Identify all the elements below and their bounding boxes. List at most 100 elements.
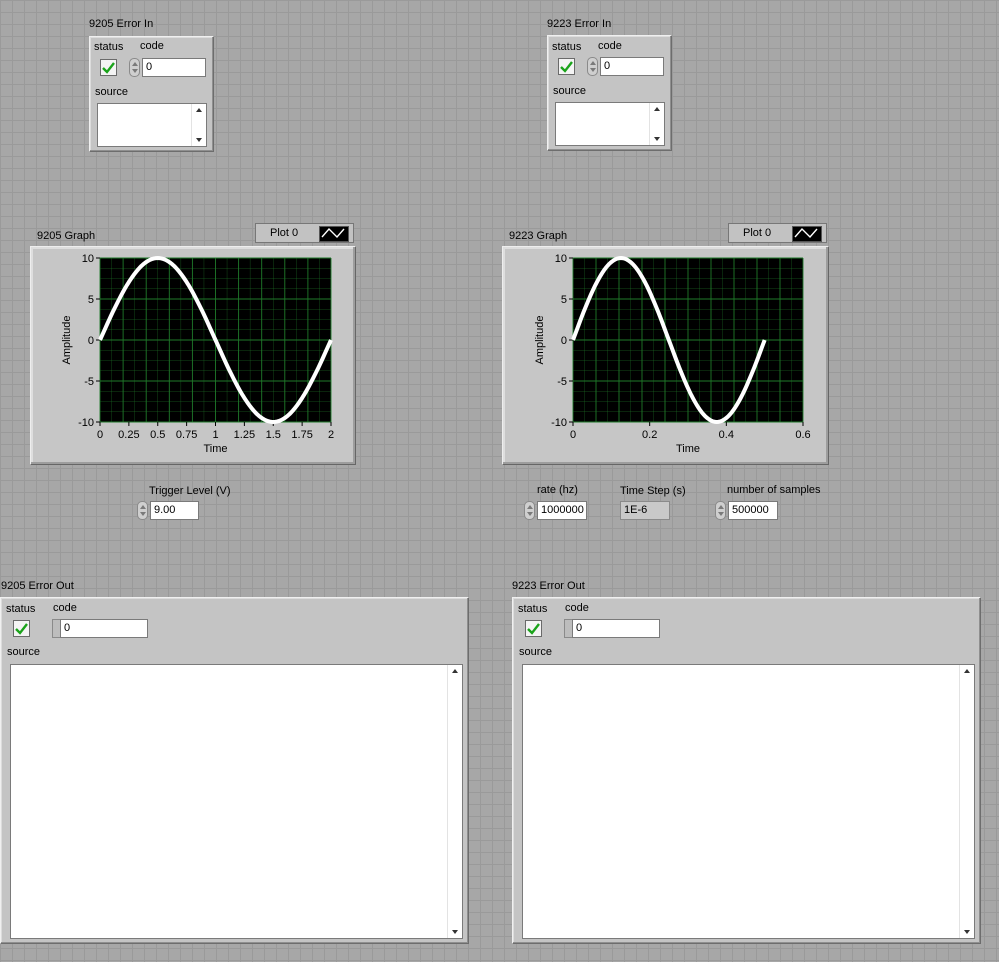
check-icon	[560, 60, 573, 73]
increment-decrement-spinner[interactable]	[715, 501, 726, 520]
x-tick-label: 1.5	[266, 429, 281, 441]
graph-9205-plot[interactable]: 1050-5-100 0.25 0.5 0.75 1 1.25 1.5 1.75 2TimeAm…	[31, 247, 355, 464]
graph-9205-title: 9205 Graph	[37, 230, 96, 242]
code-control[interactable]: 0	[564, 619, 660, 638]
error-in-9205-cluster: status code 0 source	[89, 36, 214, 152]
x-tick-label: 2	[328, 429, 334, 441]
x-tick-label: 0.6	[795, 429, 810, 441]
error-in-9205-title: 9205 Error In	[89, 18, 154, 30]
check-icon	[102, 61, 115, 74]
vertical-scrollbar[interactable]	[649, 103, 664, 145]
graph-9223-title: 9223 Graph	[509, 230, 568, 242]
y-tick-label: 5	[561, 294, 567, 306]
x-tick-label: 0.4	[719, 429, 734, 441]
source-label: source	[553, 85, 587, 97]
number-of-samples-field[interactable]: 500000	[728, 501, 778, 520]
y-tick-label: 0	[561, 335, 567, 347]
increment-decrement-spinner[interactable]	[587, 57, 598, 76]
graph-9223-plot[interactable]: 1050-5-100 0.2 0.4 0.6TimeAmplitude	[503, 247, 828, 464]
check-icon	[527, 622, 540, 635]
graph-9223-plot-legend[interactable]: Plot 0	[728, 223, 827, 243]
status-indicator	[558, 58, 575, 75]
increment-decrement-spinner[interactable]	[137, 501, 148, 520]
status-label: status	[518, 603, 548, 615]
x-tick-label: 0.75	[176, 429, 197, 441]
x-tick-label: 0.5	[150, 429, 165, 441]
source-label: source	[95, 86, 129, 98]
code-field: 0	[60, 619, 148, 638]
error-out-9223-cluster: status code 0 source	[512, 597, 981, 944]
vertical-scrollbar[interactable]	[191, 104, 206, 146]
x-tick-label: 0.25	[118, 429, 139, 441]
x-tick-label: 1.25	[234, 429, 255, 441]
status-label: status	[6, 603, 36, 615]
time-step-label: Time Step (s)	[620, 485, 686, 497]
code-label: code	[140, 40, 164, 52]
error-out-9205-title: 9205 Error Out	[1, 580, 74, 592]
plot-line-style-icon	[319, 226, 349, 242]
vertical-scrollbar[interactable]	[447, 665, 462, 938]
source-field[interactable]	[555, 102, 665, 146]
source-label: source	[519, 646, 553, 658]
legend-label: Plot 0	[270, 227, 299, 239]
x-tick-label: 0	[97, 429, 103, 441]
trigger-level-label: Trigger Level (V)	[149, 485, 231, 497]
code-label: code	[53, 602, 77, 614]
x-tick-label: 0.2	[642, 429, 657, 441]
y-tick-label: -5	[84, 376, 94, 388]
source-field	[522, 664, 975, 939]
source-label: source	[7, 646, 41, 658]
code-control[interactable]: 0	[129, 58, 209, 77]
x-tick-label: 1.75	[291, 429, 312, 441]
status-indicator	[13, 620, 30, 637]
error-in-9223-title: 9223 Error In	[547, 18, 612, 30]
x-axis-label: Time	[676, 443, 700, 455]
code-label: code	[598, 40, 622, 52]
y-tick-label: 10	[555, 253, 567, 265]
y-tick-label: 10	[82, 253, 94, 265]
trigger-level-control[interactable]: 9.00	[137, 501, 199, 520]
code-field: 0	[572, 619, 660, 638]
y-tick-label: -10	[78, 417, 94, 429]
error-out-9223-title: 9223 Error Out	[512, 580, 585, 592]
rate-field[interactable]: 1000000	[537, 501, 587, 520]
check-icon	[15, 622, 28, 635]
y-tick-label: -5	[557, 376, 567, 388]
error-in-9223-cluster: status code 0 source	[547, 35, 672, 151]
code-control[interactable]: 0	[52, 619, 148, 638]
y-tick-label: 5	[88, 294, 94, 306]
source-field	[10, 664, 463, 939]
time-step-indicator: 1E-6	[620, 501, 670, 520]
rate-label: rate (hz)	[537, 484, 578, 496]
increment-decrement-spinner[interactable]	[129, 58, 140, 77]
legend-label: Plot 0	[743, 227, 772, 239]
plot-line-style-icon	[792, 226, 822, 242]
number-of-samples-label: number of samples	[727, 484, 821, 496]
y-tick-label: 0	[88, 335, 94, 347]
source-field[interactable]	[97, 103, 207, 147]
y-axis-label: Amplitude	[61, 316, 73, 365]
status-indicator	[525, 620, 542, 637]
error-out-9205-cluster: status code 0 source	[0, 597, 469, 944]
code-field[interactable]: 0	[142, 58, 206, 77]
vertical-scrollbar[interactable]	[959, 665, 974, 938]
increment-decrement-spinner[interactable]	[524, 501, 535, 520]
code-control[interactable]: 0	[587, 57, 667, 76]
status-label: status	[94, 41, 124, 53]
code-label: code	[565, 602, 589, 614]
graph-9205-plot-legend[interactable]: Plot 0	[255, 223, 354, 243]
y-tick-label: -10	[551, 417, 567, 429]
grid	[572, 257, 804, 423]
x-tick-label: 0	[570, 429, 576, 441]
number-of-samples-control[interactable]: 500000	[715, 501, 778, 520]
y-axis-label: Amplitude	[534, 316, 546, 365]
rate-control[interactable]: 1000000	[524, 501, 587, 520]
trigger-level-field[interactable]: 9.00	[150, 501, 199, 520]
graph-9223-frame: 10 5 0 -5 -10 0 0.2 0.4 0.6 Time Amplitude	[502, 246, 829, 465]
x-tick-label: 1	[212, 429, 218, 441]
x-axis-label: Time	[203, 443, 227, 455]
status-label: status	[552, 41, 582, 53]
code-field[interactable]: 0	[600, 57, 664, 76]
graph-9205-frame: 10 5 0 -5 -10 0 0.25 0.5 0.75 1 1.25 1.5 1.75 2 Time Am…	[30, 246, 356, 465]
status-indicator	[100, 59, 117, 76]
